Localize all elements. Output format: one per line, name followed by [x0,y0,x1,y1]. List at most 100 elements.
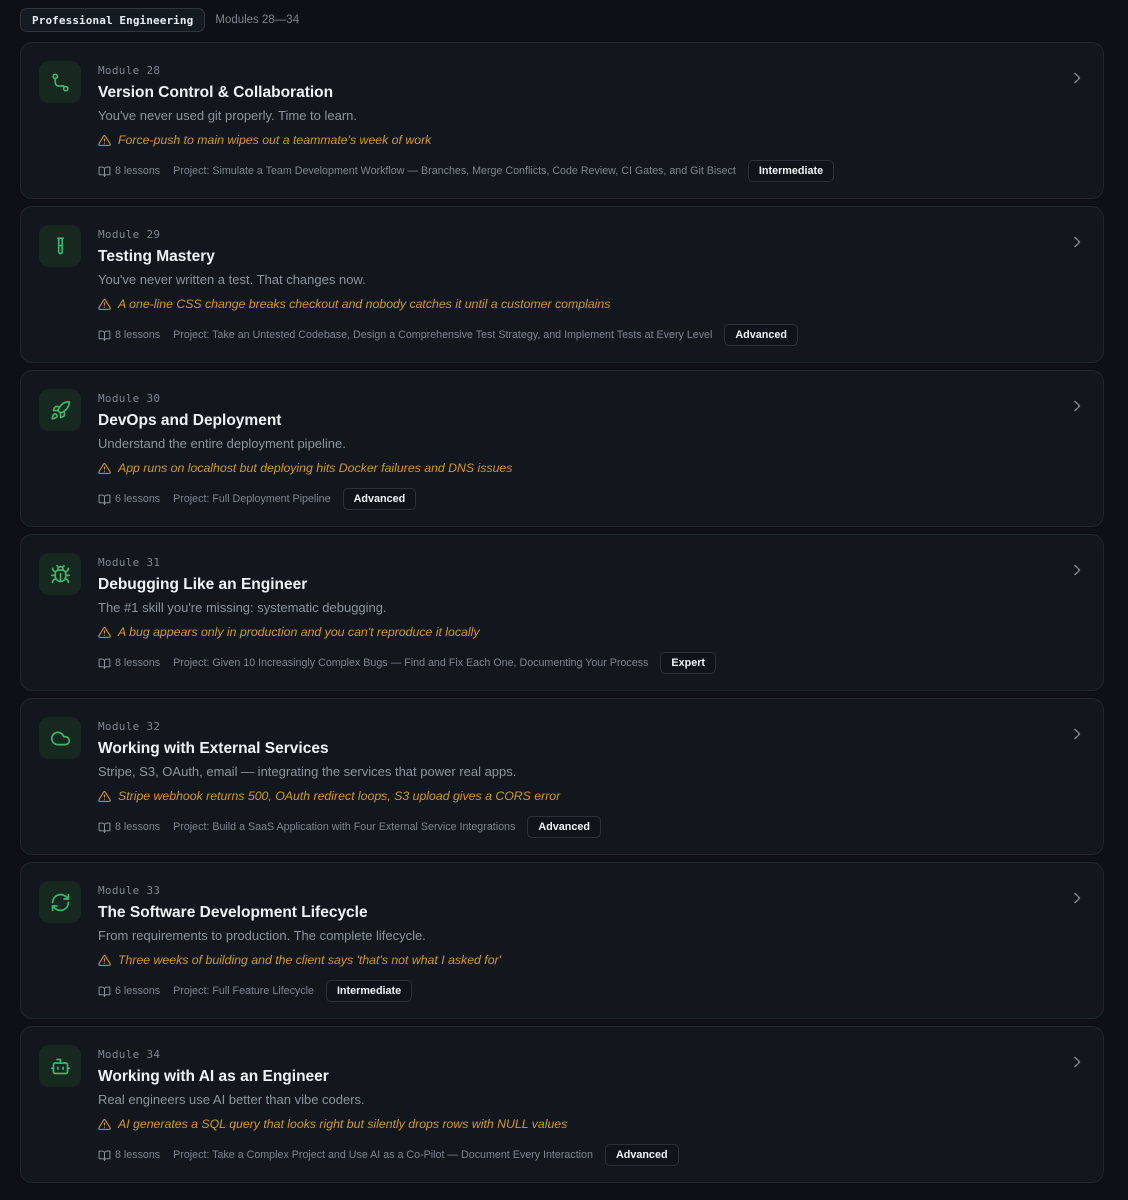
module-title: Working with AI as an Engineer [98,1068,329,1085]
warning-icon [98,298,111,310]
module-warning: Stripe webhook returns 500, OAuth redire… [98,786,1053,806]
module-title: Debugging Like an Engineer [98,576,308,593]
project-description: Project: Full Feature Lifecycle [173,985,314,997]
module-list: Module 28 Version Control & Collaboratio… [20,42,1104,1190]
module-card-31[interactable]: Module 31 Debugging Like an Engineer The… [20,534,1104,691]
module-number: Module 34 [98,1048,161,1061]
warning-text: Stripe webhook returns 500, OAuth redire… [118,789,561,803]
book-icon [98,657,111,670]
module-warning: A bug appears only in production and you… [98,622,1053,642]
module-subtitle: From requirements to production. The com… [98,928,426,943]
chevron-right-icon[interactable] [1069,1054,1085,1070]
book-icon [98,1149,111,1162]
module-meta: 8 lessons Project: Given 10 Increasingly… [98,652,1053,674]
project-description: Project: Simulate a Team Development Wor… [173,165,736,177]
module-meta: 8 lessons Project: Take an Untested Code… [98,324,1053,346]
module-number: Module 31 [98,556,161,569]
module-title: Testing Mastery [98,248,215,265]
book-icon [98,493,111,506]
module-title: The Software Development Lifecycle [98,904,368,921]
git-branch-icon [39,61,81,103]
module-card-29[interactable]: Module 29 Testing Mastery You've never w… [20,206,1104,363]
warning-icon [98,954,111,966]
lesson-count: 8 lessons [115,821,161,833]
warning-icon [98,1118,111,1130]
lesson-count: 8 lessons [115,1149,161,1161]
level-badge: Expert [660,652,716,674]
warning-text: A bug appears only in production and you… [118,625,480,639]
chevron-right-icon[interactable] [1069,70,1085,86]
module-subtitle: Understand the entire deployment pipelin… [98,436,346,451]
module-warning: Force-push to main wipes out a teammate'… [98,130,1053,150]
book-icon [98,821,111,834]
project-description: Project: Full Deployment Pipeline [173,493,331,505]
warning-text: A one-line CSS change breaks checkout an… [118,297,611,311]
lesson-count: 8 lessons [115,329,161,341]
warning-text: App runs on localhost but deploying hits… [118,461,513,475]
level-badge: Advanced [342,488,417,510]
module-card-32[interactable]: Module 32 Working with External Services… [20,698,1104,855]
level-badge: Intermediate [325,980,413,1002]
module-meta: 8 lessons Project: Build a SaaS Applicat… [98,816,1053,838]
warning-icon [98,462,111,474]
rocket-icon [39,389,81,431]
module-number: Module 32 [98,720,161,733]
level-badge: Advanced [527,816,601,838]
module-meta: 6 lessons Project: Full Deployment Pipel… [98,488,1053,510]
bug-icon [39,553,81,595]
warning-text: AI generates a SQL query that looks righ… [118,1117,568,1131]
warning-icon [98,790,111,802]
book-icon [98,329,111,342]
lesson-count: 6 lessons [115,985,161,997]
module-card-28[interactable]: Module 28 Version Control & Collaboratio… [20,42,1104,199]
chevron-right-icon[interactable] [1069,890,1085,906]
project-description: Project: Given 10 Increasingly Complex B… [173,657,649,669]
module-warning: A one-line CSS change breaks checkout an… [98,294,1053,314]
chevron-right-icon[interactable] [1069,562,1085,578]
chevron-right-icon[interactable] [1069,726,1085,742]
project-description: Project: Build a SaaS Application with F… [173,821,516,833]
level-badge: Advanced [604,1144,679,1166]
module-subtitle: Real engineers use AI better than vibe c… [98,1092,365,1107]
module-meta: 8 lessons Project: Take a Complex Projec… [98,1144,1053,1166]
lesson-count: 8 lessons [115,165,161,177]
warning-icon [98,626,111,638]
warning-text: Three weeks of building and the client s… [118,953,501,967]
bot-icon [39,1045,81,1087]
module-subtitle: You've never written a test. That change… [98,272,366,287]
module-title: Working with External Services [98,740,329,757]
lesson-count: 6 lessons [115,493,161,505]
warning-icon [98,134,111,146]
module-warning: App runs on localhost but deploying hits… [98,458,1053,478]
module-card-34[interactable]: Module 34 Working with AI as an Engineer… [20,1026,1104,1183]
project-description: Project: Take an Untested Codebase, Desi… [173,329,713,341]
cloud-icon [39,717,81,759]
lesson-count: 8 lessons [115,657,161,669]
module-number: Module 28 [98,64,161,77]
module-title: DevOps and Deployment [98,412,282,429]
level-badge: Intermediate [747,160,835,182]
warning-text: Force-push to main wipes out a teammate'… [118,133,432,147]
module-number: Module 30 [98,392,161,405]
section-badge: Professional Engineering [20,8,206,32]
module-range: Modules 28—34 [215,14,300,26]
chevron-right-icon[interactable] [1069,234,1085,250]
module-card-33[interactable]: Module 33 The Software Development Lifec… [20,862,1104,1019]
module-title: Version Control & Collaboration [98,84,334,101]
module-number: Module 33 [98,884,161,897]
book-icon [98,165,111,178]
project-description: Project: Take a Complex Project and Use … [173,1149,593,1161]
module-subtitle: The #1 skill you're missing: systematic … [98,600,387,615]
module-number: Module 29 [98,228,161,241]
module-subtitle: Stripe, S3, OAuth, email — integrating t… [98,764,517,779]
module-meta: 8 lessons Project: Simulate a Team Devel… [98,160,1053,182]
book-icon [98,985,111,998]
module-warning: AI generates a SQL query that looks righ… [98,1114,1053,1134]
module-meta: 6 lessons Project: Full Feature Lifecycl… [98,980,1053,1002]
module-subtitle: You've never used git properly. Time to … [98,108,358,123]
level-badge: Advanced [724,324,798,346]
module-card-30[interactable]: Module 30 DevOps and Deployment Understa… [20,370,1104,527]
chevron-right-icon[interactable] [1069,398,1085,414]
module-warning: Three weeks of building and the client s… [98,950,1053,970]
test-tube-icon [39,225,81,267]
